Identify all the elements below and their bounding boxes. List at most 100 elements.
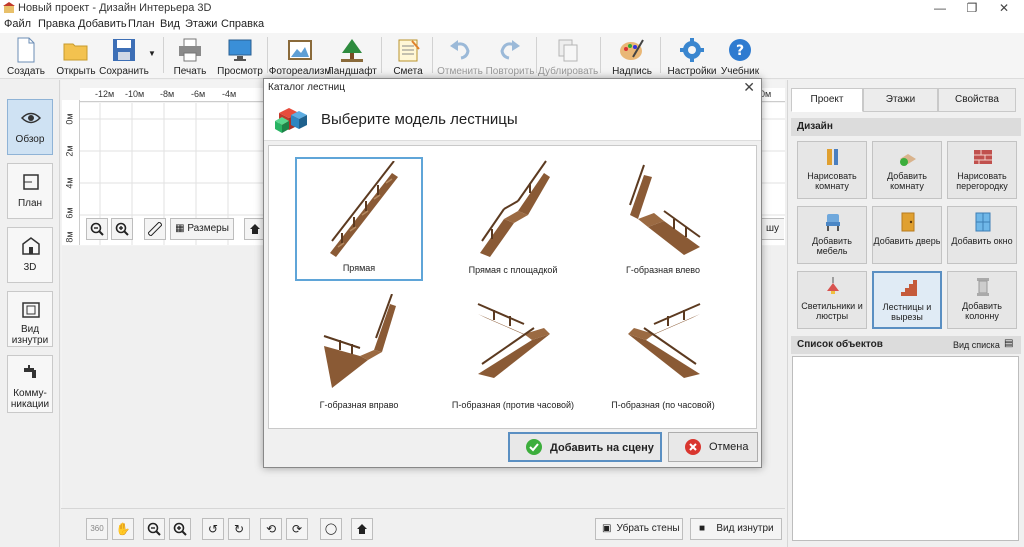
undo-button[interactable]: Отменить <box>437 35 483 77</box>
draw-partition-button[interactable]: Нарисовать перегородку <box>947 141 1017 199</box>
lightbulb-icon: ◯ <box>324 523 338 535</box>
dimensions-button[interactable]: ▦ Размеры <box>170 218 234 240</box>
hand-icon: ✋ <box>115 522 131 536</box>
title-bar: Новый проект - Дизайн Интерьера 3D — ❐ ✕ <box>0 0 1024 16</box>
minimize-button[interactable]: — <box>924 0 956 16</box>
tilt-up-button[interactable]: ⟲ <box>260 518 282 540</box>
sidebar-item-label: Обзор <box>15 134 45 145</box>
sidebar-item-inside-view[interactable]: Вид изнутри <box>7 291 53 347</box>
preview-button[interactable]: Просмотр <box>217 35 263 77</box>
monitor-icon <box>228 39 252 61</box>
dialog-close-button[interactable]: ✕ <box>743 79 755 96</box>
cancel-button[interactable]: Отмена <box>668 432 758 462</box>
sidebar-item-overview[interactable]: Обзор <box>7 99 53 155</box>
bottom-toolbar: 360 ✋ ↺ ↻ ⟲ ⟳ ◯ ▣ Убрать стены ■ Вид изн… <box>61 508 785 547</box>
help-icon: ? <box>729 39 751 61</box>
inside-view-label: Вид изнутри <box>716 523 774 534</box>
stair-option-label: П-образная (против часовой) <box>451 400 575 410</box>
menu-add[interactable]: Добавить <box>78 18 127 30</box>
pan-button[interactable]: ✋ <box>112 518 134 540</box>
sidebar-item-label: Вид изнутри <box>11 324 49 346</box>
sidebar-item-label: Комму-никации <box>10 388 50 410</box>
stair-option-l-right[interactable]: Г-образная вправо <box>295 292 423 416</box>
sidebar-item-3d[interactable]: 3D <box>7 227 53 283</box>
estimate-button[interactable]: Смета <box>390 35 426 77</box>
partial-hidden-label: шу <box>765 223 780 234</box>
add-door-button[interactable]: Добавить дверь <box>872 206 942 264</box>
sidebar-item-plan[interactable]: План <box>7 163 53 219</box>
tab-properties[interactable]: Свойства <box>938 88 1016 112</box>
redo-button[interactable]: Повторить <box>486 35 534 77</box>
stair-option-u-ccw[interactable]: П-образная (против часовой) <box>449 292 577 416</box>
stair-option-l-left[interactable]: Г-образная влево <box>599 157 727 281</box>
estimate-label: Смета <box>393 66 423 77</box>
maximize-button[interactable]: ❐ <box>956 0 988 16</box>
text-label-button[interactable]: Надпись <box>612 35 652 77</box>
sidebar-item-communications[interactable]: Комму-никации <box>7 355 53 413</box>
stair-option-label: П-образная (по часовой) <box>611 400 715 410</box>
list-view-link[interactable]: Вид списка <box>953 340 1000 350</box>
cubes-icon <box>275 108 307 133</box>
remove-walls-button[interactable]: ▣ Убрать стены <box>595 518 683 540</box>
stair-option-u-cw[interactable]: П-образная (по часовой) <box>599 292 727 416</box>
menu-view[interactable]: Вид <box>160 18 180 30</box>
house-3d-icon <box>22 237 40 255</box>
draw-room-button[interactable]: Нарисовать комнату <box>797 141 867 199</box>
ruler-left: 0м 2м 4м 6м 8м <box>62 100 80 245</box>
tab-floors[interactable]: Этажи <box>863 88 938 112</box>
create-button[interactable]: Создать <box>6 35 46 77</box>
menu-edit[interactable]: Правка <box>38 18 75 30</box>
menu-floors[interactable]: Этажи <box>185 18 217 30</box>
copy-icon <box>558 39 578 62</box>
tree-icon <box>341 39 363 62</box>
stairs-button[interactable]: Лестницы и вырезы <box>872 271 942 329</box>
tilt-up-icon: ⟲ <box>265 522 277 536</box>
ruler-tool-button[interactable] <box>144 218 166 240</box>
tutorial-button[interactable]: ? Учебник <box>721 35 759 77</box>
close-window-button[interactable]: ✕ <box>988 0 1020 16</box>
partial-hidden-button[interactable]: шу <box>760 218 784 240</box>
app-icon <box>3 2 15 13</box>
l-left-stair-icon <box>629 164 701 255</box>
add-room-button[interactable]: Добавить комнату <box>872 141 942 199</box>
print-button[interactable]: Печать <box>172 35 208 77</box>
add-to-scene-button[interactable]: Добавить на сцену <box>508 432 662 462</box>
camera-icon: ■ <box>699 523 706 534</box>
bottom-home-button[interactable] <box>351 518 373 540</box>
menu-plan[interactable]: План <box>128 18 155 30</box>
add-window-button[interactable]: Добавить окно <box>947 206 1017 264</box>
settings-button[interactable]: Настройки <box>667 35 717 77</box>
add-furniture-button[interactable]: Добавить мебель <box>797 206 867 264</box>
column-icon <box>977 278 989 296</box>
stair-option-straight-landing[interactable]: Прямая с площадкой <box>449 157 577 281</box>
menu-help[interactable]: Справка <box>221 18 264 30</box>
sidebar-item-label: 3D <box>23 262 37 273</box>
duplicate-button[interactable]: Дублировать <box>538 35 598 77</box>
rotate-360-button[interactable]: 360 <box>86 518 108 540</box>
tab-project[interactable]: Проект <box>791 88 863 112</box>
zoom-in-button[interactable] <box>111 218 133 240</box>
menu-file[interactable]: Файл <box>4 18 31 30</box>
save-dropdown-icon[interactable]: ▼ <box>148 49 156 58</box>
photorealism-button[interactable]: Фотореализм <box>269 35 331 77</box>
list-view-icon[interactable]: ▤ <box>1004 338 1013 349</box>
objects-list[interactable] <box>792 356 1019 541</box>
light-button[interactable]: ◯ <box>320 518 342 540</box>
inside-view-button[interactable]: ■ Вид изнутри <box>690 518 782 540</box>
add-column-button[interactable]: Добавить колонну <box>947 271 1017 329</box>
landscape-button[interactable]: Ландшафт <box>327 35 377 77</box>
rotate-left-button[interactable]: ↺ <box>202 518 224 540</box>
save-button[interactable]: Сохранить <box>99 35 149 77</box>
dimensions-label: Размеры <box>187 223 229 234</box>
rotate-right-button[interactable]: ↻ <box>228 518 250 540</box>
landing-stair-icon <box>480 160 550 257</box>
bottom-zoom-in-button[interactable] <box>169 518 191 540</box>
lights-button[interactable]: Светильники и люстры <box>797 271 867 329</box>
undo-icon <box>450 40 470 60</box>
zoom-out-button[interactable] <box>86 218 108 240</box>
bottom-zoom-out-button[interactable] <box>143 518 165 540</box>
open-button[interactable]: Открыть <box>56 35 96 77</box>
stair-option-straight[interactable]: Прямая <box>295 157 423 281</box>
straight-stair-icon <box>330 161 398 257</box>
tilt-down-button[interactable]: ⟳ <box>286 518 308 540</box>
